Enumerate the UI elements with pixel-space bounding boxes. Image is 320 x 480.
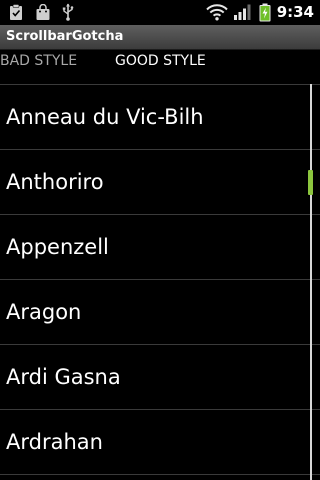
list-item[interactable]: Appenzell <box>0 215 320 280</box>
list-item-label: Appenzell <box>6 235 109 259</box>
list-item[interactable]: Anthoriro <box>0 150 320 215</box>
usb-icon <box>60 3 76 21</box>
wifi-icon <box>206 3 228 21</box>
cheese-list[interactable]: Anneau du Vic-Bilh Anthoriro Appenzell A… <box>0 84 320 480</box>
signal-icon <box>233 3 251 21</box>
list-item-label: Anneau du Vic-Bilh <box>6 105 204 129</box>
app-screen: 9:34 ScrollbarGotcha BAD STYLE GOOD STYL… <box>0 0 320 480</box>
list-item-label: Anthoriro <box>6 170 104 194</box>
tab-bad-style[interactable]: BAD STYLE <box>0 51 77 71</box>
clipboard-icon <box>8 3 24 21</box>
status-bar: 9:34 <box>0 0 320 25</box>
tab-bar: BAD STYLE GOOD STYLE <box>0 50 320 72</box>
scrollbar-thumb[interactable] <box>308 170 313 195</box>
status-time: 9:34 <box>276 3 314 21</box>
shopping-bag-icon <box>35 3 51 21</box>
app-title: ScrollbarGotcha <box>6 29 124 44</box>
scrollbar-track[interactable] <box>310 84 312 480</box>
list-item-label: Aragon <box>6 300 82 324</box>
list-item[interactable]: Ardi Gasna <box>0 345 320 410</box>
list-item[interactable]: Anneau du Vic-Bilh <box>0 85 320 150</box>
title-bar: ScrollbarGotcha <box>0 25 320 50</box>
list-item[interactable]: Ardrahan <box>0 410 320 475</box>
battery-charging-icon <box>258 3 272 21</box>
list-item[interactable]: Aragon <box>0 280 320 345</box>
tab-good-style[interactable]: GOOD STYLE <box>115 51 206 71</box>
list-item-label: Ardrahan <box>6 430 103 454</box>
list-item-label: Ardi Gasna <box>6 365 121 389</box>
